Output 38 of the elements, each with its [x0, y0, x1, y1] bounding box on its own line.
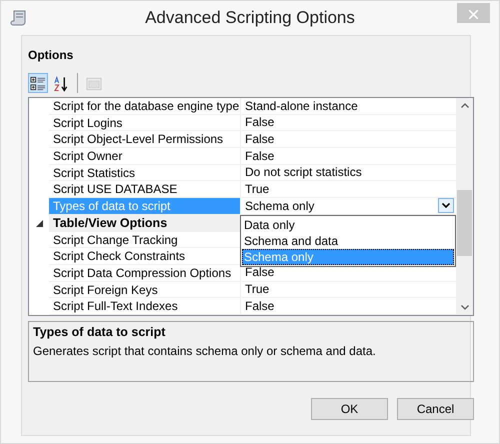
property-name[interactable]: Script Foreign Keys: [49, 282, 241, 298]
property-value: False: [245, 130, 274, 148]
scrollbar-thumb[interactable]: [457, 190, 472, 256]
chevron-down-icon: [442, 203, 450, 208]
cancel-button[interactable]: Cancel: [397, 398, 474, 420]
property-value: True: [245, 281, 270, 298]
property-value: False: [245, 264, 274, 282]
ok-button[interactable]: OK: [311, 398, 388, 420]
close-icon: [469, 10, 478, 19]
window-title: Advanced Scripting Options: [145, 7, 355, 30]
scroll-up-icon[interactable]: [460, 103, 468, 108]
scroll-down-icon[interactable]: [460, 305, 468, 310]
value-field[interactable]: Schema only: [245, 198, 314, 214]
property-name[interactable]: Script for the database engine type: [49, 98, 241, 115]
property-name[interactable]: Script Object-Level Permissions: [49, 131, 241, 148]
description-text: Generates script that contains schema only or schema and data.: [33, 342, 377, 360]
property-value: False: [245, 298, 274, 314]
property-value: Stand-alone instance: [245, 98, 358, 114]
categorized-list-icon: [30, 74, 46, 92]
property-value: Do not script statistics: [245, 164, 362, 181]
description-title: Types of data to script: [33, 324, 166, 341]
scrollbar[interactable]: [456, 98, 473, 315]
options-label: Options: [28, 47, 74, 64]
property-name[interactable]: Script Statistics: [49, 164, 241, 182]
property-value: True: [245, 180, 270, 198]
scroll-icon: [10, 9, 28, 27]
sort-az-icon: [53, 74, 69, 92]
property-name[interactable]: Script Owner: [49, 148, 241, 165]
toolbar-button[interactable]: [28, 73, 48, 93]
dropdown-option[interactable]: Schema and data: [242, 233, 454, 249]
dropdown-option[interactable]: Data only: [242, 217, 454, 233]
property-value: False: [245, 114, 274, 131]
property-name[interactable]: Script Logins: [49, 114, 241, 132]
property-value: False: [245, 148, 274, 164]
property-name[interactable]: Script Data Compression Options: [49, 264, 241, 282]
expanded-triangle-icon[interactable]: [36, 220, 42, 227]
property-name[interactable]: Script Full-Text Indexes: [49, 298, 241, 315]
dropdown-button[interactable]: [438, 198, 454, 214]
